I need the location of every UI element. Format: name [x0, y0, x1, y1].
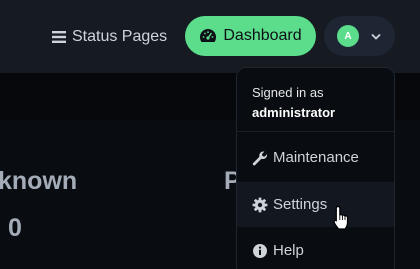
dashboard-button[interactable]: Dashboard	[185, 16, 316, 56]
menu-divider	[237, 131, 394, 132]
profile-dropdown-menu: Signed in as administrator Maintenance S…	[236, 67, 395, 269]
menu-item-label: Help	[273, 242, 304, 259]
menu-item-settings[interactable]: Settings	[237, 182, 394, 227]
info-icon	[253, 243, 267, 258]
dashboard-label: Dashboard	[223, 27, 302, 44]
menu-item-label: Maintenance	[273, 149, 359, 166]
signed-in-prefix: Signed in as	[252, 85, 324, 100]
tachometer-icon	[200, 29, 217, 42]
gear-icon	[252, 197, 268, 212]
wrench-icon	[252, 150, 268, 165]
status-pages-link[interactable]: Status Pages	[52, 26, 167, 48]
menu-item-label: Settings	[273, 196, 328, 213]
chevron-down-icon	[371, 33, 381, 40]
signed-in-username: administrator	[252, 105, 336, 120]
stat-value-unknown: 0	[8, 214, 22, 242]
status-pages-label: Status Pages	[72, 28, 168, 45]
menu-item-help[interactable]: Help	[237, 228, 394, 269]
avatar: A	[337, 25, 359, 47]
hand-pointer-cursor-icon	[333, 205, 349, 230]
menu-item-maintenance[interactable]: Maintenance	[237, 135, 394, 180]
list-icon	[52, 31, 66, 43]
stat-label-unknown: known	[0, 167, 78, 195]
signed-in-info: Signed in as administrator	[252, 83, 335, 123]
profile-menu-toggle[interactable]: A	[324, 16, 395, 56]
